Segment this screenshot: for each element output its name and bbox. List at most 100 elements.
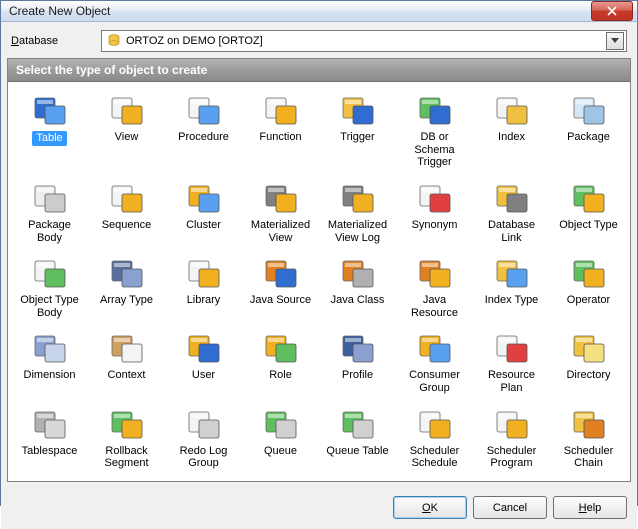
section-header: Select the type of object to create <box>8 59 630 82</box>
object-type-label: Procedure <box>178 131 229 144</box>
object-type-materialized_view[interactable]: Materialized View <box>243 176 318 249</box>
object-type-sequence[interactable]: Sequence <box>89 176 164 249</box>
content-panel: Select the type of object to create Tabl… <box>7 58 631 482</box>
object-type-label: Materialized View <box>246 219 315 244</box>
object-type-label: Scheduler Chain <box>554 445 623 470</box>
help-button[interactable]: Help <box>553 496 627 519</box>
object-type-label: Rollback Segment <box>92 445 161 470</box>
object-type-label: Object Type <box>559 219 618 232</box>
ok-button[interactable]: OK <box>393 496 467 519</box>
object-type-operator[interactable]: Operator <box>551 251 626 324</box>
object-type-label: Database Link <box>477 219 546 244</box>
scheduler_program-icon <box>494 409 530 441</box>
object-type-label: Index <box>498 131 525 144</box>
synonym-icon <box>417 183 453 215</box>
object-type-db_schema_trigger[interactable]: DB or Schema Trigger <box>397 88 472 174</box>
cancel-button[interactable]: Cancel <box>473 496 547 519</box>
object-type-label: User <box>192 369 215 382</box>
object-type-scheduler_schedule[interactable]: Scheduler Schedule <box>397 402 472 475</box>
queue_table-icon <box>340 409 376 441</box>
object-type-table[interactable]: Table <box>12 88 87 174</box>
object-type-array_type[interactable]: Array Type <box>89 251 164 324</box>
role-icon <box>263 333 299 365</box>
object-type-dimension[interactable]: Dimension <box>12 326 87 399</box>
object-type-java_resource[interactable]: Java Resource <box>397 251 472 324</box>
close-button[interactable] <box>591 1 633 21</box>
object-type-cluster[interactable]: Cluster <box>166 176 241 249</box>
object-type-label: Library <box>187 294 221 307</box>
object-type-scheduler_program[interactable]: Scheduler Program <box>474 402 549 475</box>
object-type-materialized_view_log[interactable]: Materialized View Log <box>320 176 395 249</box>
object-type-role[interactable]: Role <box>243 326 318 399</box>
library-icon <box>186 258 222 290</box>
directory-icon <box>571 333 607 365</box>
object-type-label: Sequence <box>102 219 152 232</box>
object-type-label: Scheduler Program <box>477 445 546 470</box>
object-type-java_class[interactable]: Java Class <box>320 251 395 324</box>
object-type-label: DB or Schema Trigger <box>400 131 469 169</box>
object-type-label: Scheduler Schedule <box>400 445 469 470</box>
procedure-icon <box>186 95 222 127</box>
object-type-function[interactable]: Function <box>243 88 318 174</box>
object-type-label: Java Source <box>250 294 311 307</box>
object-type-label: Array Type <box>100 294 153 307</box>
object-type-label: Directory <box>566 369 610 382</box>
materialized_view_log-icon <box>340 183 376 215</box>
object-type-label: Index Type <box>485 294 539 307</box>
object-type-label: Package <box>567 131 610 144</box>
object-type-tablespace[interactable]: Tablespace <box>12 402 87 475</box>
object-type-object_type_body[interactable]: Object Type Body <box>12 251 87 324</box>
object-type-label: Trigger <box>340 131 374 144</box>
object-type-queue_table[interactable]: Queue Table <box>320 402 395 475</box>
object_type-icon <box>571 183 607 215</box>
chevron-down-icon <box>611 38 619 44</box>
object-type-redo_log_group[interactable]: Redo Log Group <box>166 402 241 475</box>
object-type-queue[interactable]: Queue <box>243 402 318 475</box>
object-type-label: Queue Table <box>326 445 388 458</box>
context-icon <box>109 333 145 365</box>
object-type-label: Materialized View Log <box>323 219 392 244</box>
cluster-icon <box>186 183 222 215</box>
object-type-user[interactable]: User <box>166 326 241 399</box>
titlebar: Create New Object <box>1 1 637 22</box>
scheduler_chain-icon <box>571 409 607 441</box>
object-type-java_source[interactable]: Java Source <box>243 251 318 324</box>
database-label: Database <box>11 35 101 47</box>
function-icon <box>263 95 299 127</box>
sequence-icon <box>109 183 145 215</box>
scheduler_schedule-icon <box>417 409 453 441</box>
object-type-rollback_segment[interactable]: Rollback Segment <box>89 402 164 475</box>
dropdown-arrow-button[interactable] <box>606 32 624 50</box>
database-row: Database ORTOZ on DEMO [ORTOZ] <box>1 22 637 58</box>
button-bar: OK Cancel Help <box>1 488 637 529</box>
window-title: Create New Object <box>9 4 591 18</box>
consumer_group-icon <box>417 333 453 365</box>
object-type-directory[interactable]: Directory <box>551 326 626 399</box>
create-new-object-dialog: Create New Object Database ORTOZ on DEMO… <box>0 0 638 506</box>
object-type-resource_plan[interactable]: Resource Plan <box>474 326 549 399</box>
object-type-trigger[interactable]: Trigger <box>320 88 395 174</box>
profile-icon <box>340 333 376 365</box>
object-type-library[interactable]: Library <box>166 251 241 324</box>
object-type-synonym[interactable]: Synonym <box>397 176 472 249</box>
object-type-procedure[interactable]: Procedure <box>166 88 241 174</box>
operator-icon <box>571 258 607 290</box>
object-grid-container: Table View Procedure Function Trigger DB… <box>8 82 630 481</box>
object-type-label: Package Body <box>15 219 84 244</box>
database-select[interactable]: ORTOZ on DEMO [ORTOZ] <box>101 30 627 52</box>
object-type-index_type[interactable]: Index Type <box>474 251 549 324</box>
object-type-object_type[interactable]: Object Type <box>551 176 626 249</box>
object-type-package_body[interactable]: Package Body <box>12 176 87 249</box>
object-type-consumer_group[interactable]: Consumer Group <box>397 326 472 399</box>
object-type-label: Java Class <box>331 294 385 307</box>
object-type-database_link[interactable]: Database Link <box>474 176 549 249</box>
object-type-context[interactable]: Context <box>89 326 164 399</box>
object-type-view[interactable]: View <box>89 88 164 174</box>
object-type-label: Consumer Group <box>400 369 469 394</box>
object-type-package[interactable]: Package <box>551 88 626 174</box>
java_resource-icon <box>417 258 453 290</box>
object-type-label: Redo Log Group <box>169 445 238 470</box>
object-type-index[interactable]: Index <box>474 88 549 174</box>
object-type-profile[interactable]: Profile <box>320 326 395 399</box>
object-type-scheduler_chain[interactable]: Scheduler Chain <box>551 402 626 475</box>
